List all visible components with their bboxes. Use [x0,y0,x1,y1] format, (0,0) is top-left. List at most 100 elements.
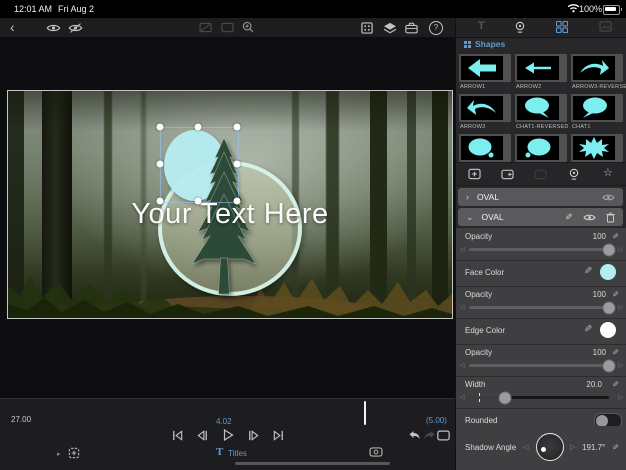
shapes-grid: ARROW1 ARROW2 ARROW3-REVERSED ARROW3 CHA… [456,52,626,162]
layer-row-oval-expanded[interactable]: ⌄ OVAL ✎ [458,208,623,226]
selection-box[interactable] [160,127,239,203]
titles-track-label[interactable]: Titles [228,449,247,458]
add-shape-icon[interactable] [468,168,481,180]
selection-handle[interactable] [195,198,202,205]
layer-visibility-icon[interactable] [602,193,615,202]
titles-track-icon[interactable]: T [216,446,223,458]
layer-edit-icon[interactable]: ✎ [565,212,573,223]
add-preset-icon[interactable] [501,168,514,180]
frame-back-button[interactable] [196,429,209,442]
help-icon[interactable]: ? [429,21,443,35]
add-clip-icon[interactable] [68,447,80,459]
status-date: Fri Aug 2 [58,4,94,14]
stepper-left[interactable]: ◁ [460,304,465,311]
shape-chat2-reversed[interactable] [459,134,511,162]
opacity-slider[interactable]: ◁ ▷ [456,244,626,256]
video-preview[interactable]: Your Text Here [7,90,453,319]
undo-icon[interactable] [406,430,420,441]
battery-percent: 100% [579,4,602,14]
shadow-angle-row: Shadow Angle ◁ ▷ 191.7° ✎ [456,426,626,470]
selection-handle[interactable] [157,161,164,168]
edge-color-swatch[interactable] [600,322,616,338]
shape-chat1[interactable] [571,94,623,122]
opacity-label: Opacity [465,348,492,357]
opacity-value: 100 [582,232,606,241]
opacity-label: Opacity [465,290,492,299]
opacity-label: Opacity [465,232,492,241]
angle-stepper-right[interactable]: ▷ [570,443,575,451]
show-overlays-icon[interactable] [46,23,61,33]
skip-start-button[interactable] [171,429,184,442]
portrait-icon[interactable] [568,168,580,180]
slider-knob[interactable] [603,301,616,314]
selection-handle[interactable] [234,161,241,168]
display-icon[interactable] [437,430,450,441]
disclosure-icon[interactable]: › [466,192,469,202]
shape-arrow2[interactable] [515,54,567,82]
shadow-angle-dial[interactable] [536,433,564,461]
stepper-left[interactable]: ◁ [460,362,465,369]
shape-arrow1[interactable] [459,54,511,82]
timeline-scrollbar[interactable] [235,462,390,465]
edit-value-icon[interactable]: ✎ [612,443,619,452]
selection-handle[interactable] [195,124,202,131]
edit-value-icon[interactable]: ✎ [612,348,619,357]
layer-delete-icon[interactable] [606,212,615,223]
stepper-left[interactable]: ◁ [460,246,465,253]
tab-shapes[interactable] [556,21,568,33]
edit-value-icon[interactable]: ✎ [612,380,619,389]
eyedropper-icon[interactable]: ✎ [584,324,592,335]
width-label: Width [465,380,485,389]
tab-portrait[interactable] [514,21,526,33]
hide-overlays-icon[interactable] [68,23,83,33]
selection-handle[interactable] [157,198,164,205]
layers-icon[interactable] [383,22,397,34]
opacity-slider[interactable]: ◁ ▷ [456,360,626,372]
edit-value-icon[interactable]: ✎ [612,232,619,241]
checkerboard-icon[interactable] [361,22,373,34]
shape-chat2[interactable] [515,134,567,162]
slider-knob[interactable] [499,391,512,404]
play-button[interactable] [221,428,235,442]
selection-handle[interactable] [234,198,241,205]
opacity-slider[interactable]: ◁ ▷ [456,302,626,314]
camera-view-icon[interactable] [369,447,383,457]
shape-burst[interactable] [571,134,623,162]
stepper-right[interactable]: ▷ [618,394,623,401]
width-slider[interactable]: ◁ ▷ [456,392,626,404]
skip-end-button[interactable] [272,429,285,442]
crop-icon[interactable] [199,22,212,33]
disclosure-icon[interactable]: ⌄ [466,212,474,223]
zoom-icon[interactable] [242,21,254,33]
stepper-right[interactable]: ▷ [618,246,623,253]
toolbox-icon[interactable] [405,22,418,34]
shape-chat1-reversed[interactable] [515,94,567,122]
playhead[interactable] [364,401,366,425]
frame-forward-button[interactable] [247,429,260,442]
dial-handle[interactable] [541,447,546,452]
layer-row-oval-collapsed[interactable]: › OVAL [458,188,623,206]
edit-value-icon[interactable]: ✎ [612,290,619,299]
slider-knob[interactable] [603,359,616,372]
shape-label: ARROW2 [516,84,541,90]
track-disclosure-icon[interactable]: ▸ [57,450,61,458]
shape-arrow3-reversed[interactable] [571,54,623,82]
frame-icon[interactable] [221,22,234,33]
battery-icon [603,5,620,15]
preview-stage: Your Text Here [0,37,455,398]
tab-text[interactable]: T [478,20,485,32]
angle-stepper-left[interactable]: ◁ [523,443,528,451]
tab-images[interactable] [599,21,612,32]
favorite-star-icon[interactable]: ☆ [603,166,613,179]
selection-handle[interactable] [157,124,164,131]
stepper-right[interactable]: ▷ [618,304,623,311]
selection-handle[interactable] [234,124,241,131]
eyedropper-icon[interactable]: ✎ [584,266,592,277]
slider-knob[interactable] [603,243,616,256]
shape-arrow3[interactable] [459,94,511,122]
layer-visibility-icon[interactable] [583,213,596,222]
stepper-left[interactable]: ◁ [460,394,465,401]
face-color-swatch[interactable] [600,264,616,280]
stepper-right[interactable]: ▷ [618,362,623,369]
back-button[interactable]: ‹ [10,19,15,35]
